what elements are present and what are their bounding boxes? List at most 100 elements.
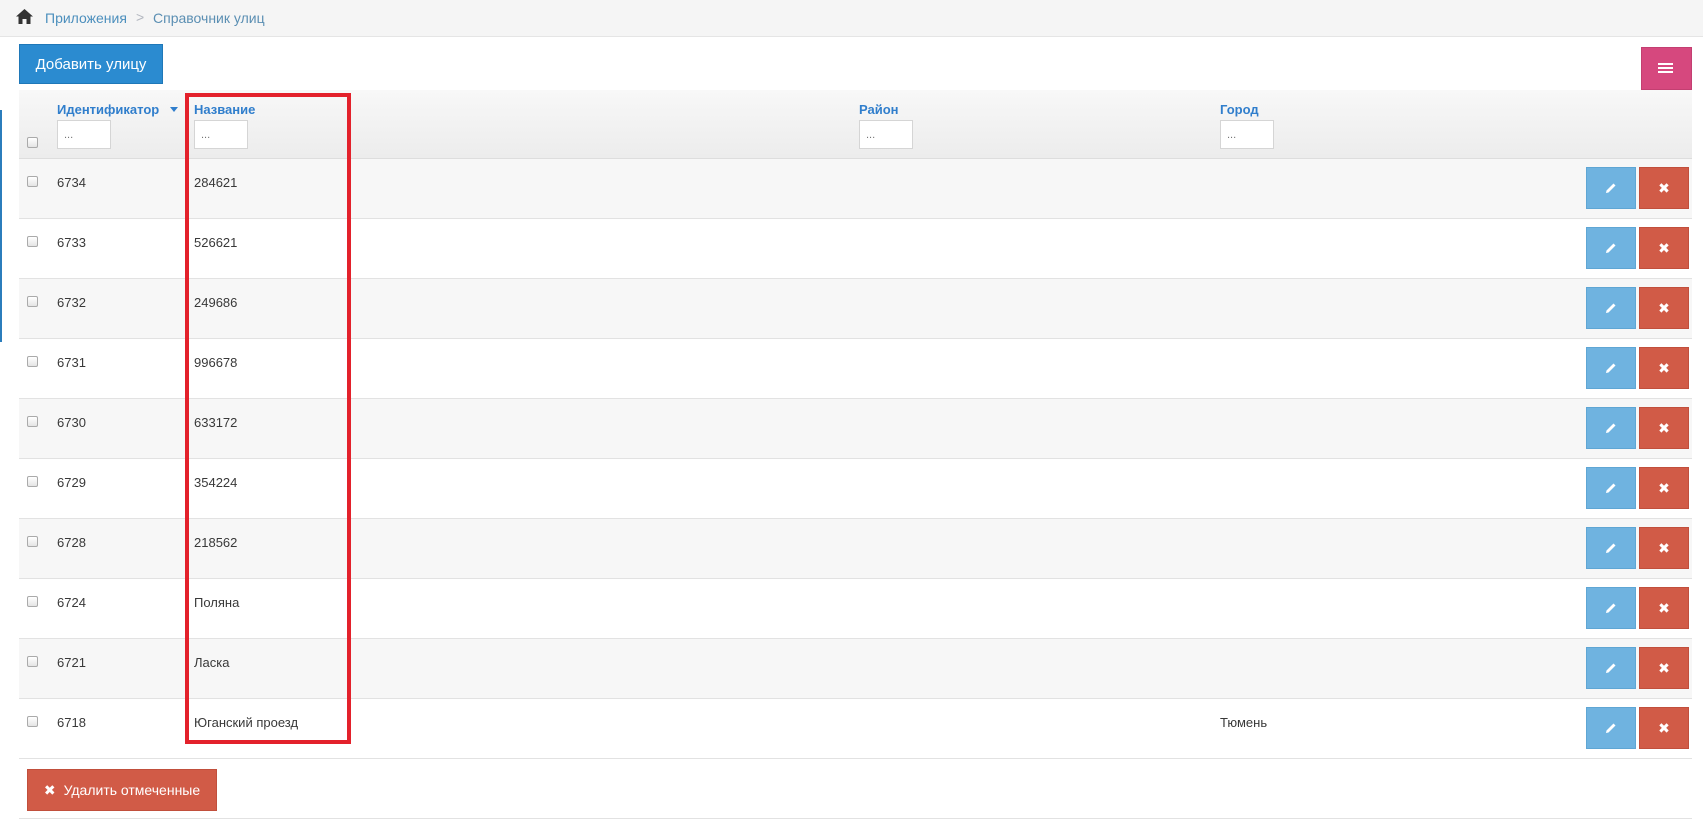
row-checkbox[interactable] — [27, 356, 38, 367]
filter-district-input[interactable] — [859, 120, 913, 149]
delete-selected-label: Удалить отмеченные — [63, 782, 201, 798]
filter-name-input[interactable] — [194, 120, 248, 149]
cell-id: 6731 — [57, 355, 86, 370]
table-row: 6731 996678 ✖ — [19, 339, 1692, 399]
edit-button[interactable] — [1586, 227, 1636, 269]
pencil-icon — [1606, 423, 1616, 433]
pencil-icon — [1606, 303, 1616, 313]
row-checkbox[interactable] — [27, 596, 38, 607]
row-checkbox[interactable] — [27, 476, 38, 487]
delete-button[interactable]: ✖ — [1639, 167, 1689, 209]
close-icon: ✖ — [1658, 719, 1670, 736]
edit-button[interactable] — [1586, 167, 1636, 209]
left-accent-bar — [0, 110, 2, 342]
cell-name: 996678 — [194, 355, 238, 370]
cell-id: 6733 — [57, 235, 86, 250]
edit-button[interactable] — [1586, 287, 1636, 329]
column-name-header[interactable]: Название — [194, 102, 255, 117]
cell-name: Ласка — [194, 655, 230, 670]
cell-name: Поляна — [194, 595, 240, 610]
row-checkbox[interactable] — [27, 296, 38, 307]
cell-city: Тюмень — [1220, 715, 1268, 730]
cell-id: 6730 — [57, 415, 86, 430]
row-checkbox[interactable] — [27, 416, 38, 427]
table-row: 6721 Ласка ✖ — [19, 639, 1692, 699]
edit-button[interactable] — [1586, 647, 1636, 689]
delete-button[interactable]: ✖ — [1639, 227, 1689, 269]
delete-button[interactable]: ✖ — [1639, 347, 1689, 389]
table-row: 6728 218562 ✖ — [19, 519, 1692, 579]
table-row: 6733 526621 ✖ — [19, 219, 1692, 279]
row-checkbox[interactable] — [27, 176, 38, 187]
delete-button[interactable]: ✖ — [1639, 707, 1689, 749]
cell-name: 249686 — [194, 295, 238, 310]
cell-name: 526621 — [194, 235, 238, 250]
sort-desc-icon — [170, 107, 178, 112]
close-icon: ✖ — [1658, 239, 1670, 256]
close-icon: ✖ — [1658, 659, 1670, 676]
cell-name: 218562 — [194, 535, 238, 550]
filter-id-input[interactable] — [57, 120, 111, 149]
delete-button[interactable]: ✖ — [1639, 467, 1689, 509]
edit-button[interactable] — [1586, 347, 1636, 389]
home-icon[interactable] — [16, 9, 33, 24]
pencil-icon — [1606, 543, 1616, 553]
delete-button[interactable]: ✖ — [1639, 527, 1689, 569]
row-checkbox[interactable] — [27, 536, 38, 547]
table-row: 6729 354224 ✖ — [19, 459, 1692, 519]
pencil-icon — [1606, 243, 1616, 253]
close-icon: ✖ — [1658, 299, 1670, 316]
column-id-header[interactable]: Идентификатор — [57, 102, 159, 117]
delete-button[interactable]: ✖ — [1639, 647, 1689, 689]
menu-button[interactable] — [1641, 47, 1692, 90]
pencil-icon — [1606, 183, 1616, 193]
edit-button[interactable] — [1586, 407, 1636, 449]
breadcrumb: Приложения > Справочник улиц — [0, 0, 1703, 37]
cell-name: 354224 — [194, 475, 238, 490]
pencil-icon — [1606, 663, 1616, 673]
pencil-icon — [1606, 723, 1616, 733]
delete-button[interactable]: ✖ — [1639, 287, 1689, 329]
cell-id: 6724 — [57, 595, 86, 610]
table-row: 6724 Поляна ✖ — [19, 579, 1692, 639]
close-icon: ✖ — [1658, 179, 1670, 196]
pencil-icon — [1606, 363, 1616, 373]
cell-id: 6732 — [57, 295, 86, 310]
cell-id: 6718 — [57, 715, 86, 730]
delete-button[interactable]: ✖ — [1639, 407, 1689, 449]
close-icon: ✖ — [1658, 419, 1670, 436]
cell-name: 633172 — [194, 415, 238, 430]
table-row: 6734 284621 ✖ — [19, 159, 1692, 219]
cell-id: 6734 — [57, 175, 86, 190]
cell-id: 6728 — [57, 535, 86, 550]
edit-button[interactable] — [1586, 587, 1636, 629]
column-city-header[interactable]: Город — [1220, 102, 1259, 117]
pencil-icon — [1606, 483, 1616, 493]
cell-name: Юганский проезд — [194, 715, 299, 730]
close-icon: ✖ — [1658, 359, 1670, 376]
close-icon: ✖ — [1658, 479, 1670, 496]
filter-city-input[interactable] — [1220, 120, 1274, 149]
cell-id: 6721 — [57, 655, 86, 670]
edit-button[interactable] — [1586, 467, 1636, 509]
select-all-checkbox[interactable] — [27, 137, 38, 148]
edit-button[interactable] — [1586, 707, 1636, 749]
column-district-header[interactable]: Район — [859, 102, 899, 117]
pencil-icon — [1606, 603, 1616, 613]
table-footer: ✖ Удалить отмеченные — [19, 760, 1692, 819]
chevron-right-icon: > — [136, 9, 145, 25]
breadcrumb-current: Справочник улиц — [153, 10, 265, 26]
edit-button[interactable] — [1586, 527, 1636, 569]
row-checkbox[interactable] — [27, 656, 38, 667]
cell-id: 6729 — [57, 475, 86, 490]
delete-button[interactable]: ✖ — [1639, 587, 1689, 629]
table-row: 6732 249686 ✖ — [19, 279, 1692, 339]
close-icon: ✖ — [1658, 599, 1670, 616]
add-street-button[interactable]: Добавить улицу — [19, 44, 163, 84]
delete-selected-button[interactable]: ✖ Удалить отмеченные — [27, 769, 217, 811]
table-row: 6730 633172 ✖ — [19, 399, 1692, 459]
row-checkbox[interactable] — [27, 716, 38, 727]
breadcrumb-apps-link[interactable]: Приложения — [45, 10, 127, 26]
table-header: Идентификатор Название Район Город — [19, 90, 1692, 159]
row-checkbox[interactable] — [27, 236, 38, 247]
